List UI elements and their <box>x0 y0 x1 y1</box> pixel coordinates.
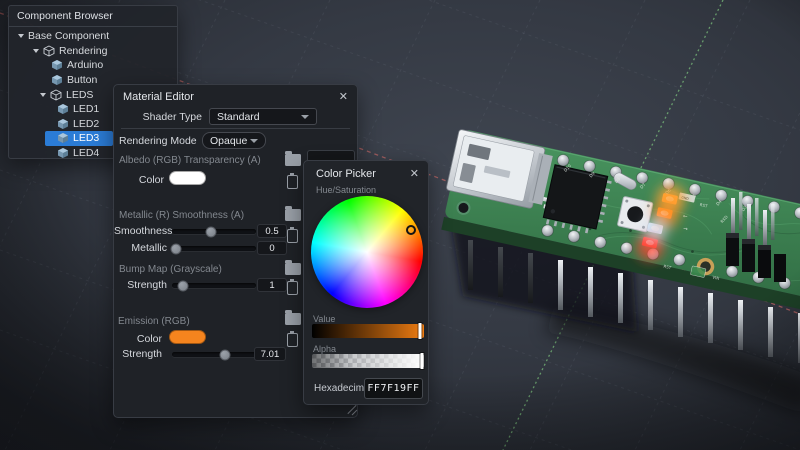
color-picker-panel: Color Picker ✕ Hue/Saturation Value Alph… <box>303 160 429 405</box>
chevron-down-icon <box>301 114 309 119</box>
emission-strength-value[interactable]: 7.01 <box>254 347 286 361</box>
cube-wire-icon <box>43 45 55 57</box>
close-icon[interactable]: ✕ <box>339 92 348 103</box>
color-picker-title: Color Picker <box>316 168 376 180</box>
cube-icon <box>57 147 69 159</box>
rendering-mode-dropdown[interactable]: Opaque <box>202 132 266 149</box>
emission-strength-slider-thumb[interactable] <box>219 349 231 360</box>
emission-section-header: Emission (RGB) <box>118 316 190 327</box>
emission-color-label: Color <box>136 333 162 345</box>
folder-icon[interactable] <box>285 206 301 221</box>
hue-saturation-label: Hue/Saturation <box>316 185 377 195</box>
emission-color-swatch[interactable] <box>169 330 206 344</box>
bump-section-header: Bump Map (Grayscale) <box>119 264 222 275</box>
cube-icon <box>51 59 63 71</box>
alpha-label: Alpha <box>313 344 337 354</box>
cube-icon <box>57 118 69 130</box>
chevron-down-icon <box>250 138 258 143</box>
app-window: D10 D9 D8 D7 D6 D5 D4 D3 GND RST RXD ← →… <box>0 0 800 450</box>
bump-strength-slider-thumb[interactable] <box>177 280 189 291</box>
folder-icon[interactable] <box>285 151 301 166</box>
cube-wire-icon <box>50 89 62 101</box>
shader-type-label: Shader Type <box>142 111 202 123</box>
tree-item-base-component[interactable]: Base Component <box>9 29 177 44</box>
clipboard-icon[interactable] <box>287 173 298 189</box>
expand-arrow-icon[interactable] <box>18 34 24 39</box>
value-label: Value <box>313 314 336 324</box>
smoothness-slider[interactable] <box>172 226 256 237</box>
value-marker[interactable] <box>418 323 422 339</box>
emission-strength-slider[interactable] <box>172 349 256 360</box>
clipboard-icon[interactable] <box>287 227 298 243</box>
metallic-label: Metallic <box>131 242 167 254</box>
smoothness-value[interactable]: 0.5 <box>257 224 287 238</box>
shader-type-dropdown[interactable]: Standard <box>209 108 317 125</box>
hue-saturation-wheel[interactable] <box>311 196 423 308</box>
expand-arrow-icon[interactable] <box>40 92 46 97</box>
hexadecimal-input[interactable]: FF7F19FF <box>364 378 423 399</box>
alpha-marker[interactable] <box>420 353 424 369</box>
metallic-slider-thumb[interactable] <box>170 243 182 254</box>
close-icon[interactable]: ✕ <box>410 169 419 180</box>
material-editor-title: Material Editor <box>123 91 194 103</box>
color-selector-ring[interactable] <box>406 225 416 235</box>
tree-item-arduino[interactable]: Arduino <box>9 58 177 73</box>
folder-icon[interactable] <box>285 260 301 275</box>
clipboard-icon[interactable] <box>287 331 298 347</box>
bump-strength-slider[interactable] <box>172 280 256 291</box>
bump-strength-label: Strength <box>127 279 167 291</box>
smoothness-slider-thumb[interactable] <box>205 226 217 237</box>
metallic-section-header: Metallic (R) Smoothness (A) <box>119 210 245 221</box>
emission-strength-label: Strength <box>122 348 162 360</box>
albedo-color-label: Color <box>138 174 164 186</box>
folder-icon[interactable] <box>285 310 301 325</box>
expand-arrow-icon[interactable] <box>33 48 39 53</box>
rendering-mode-label: Rendering Mode <box>119 135 197 147</box>
divider <box>121 128 350 129</box>
albedo-section-header: Albedo (RGB) Transparency (A) <box>119 155 261 166</box>
metallic-slider[interactable] <box>170 243 256 254</box>
cube-icon <box>51 74 63 86</box>
tree-item-rendering[interactable]: Rendering <box>9 44 177 59</box>
component-browser-title: Component Browser <box>9 6 177 27</box>
alpha-slider-bar[interactable] <box>312 353 424 369</box>
smoothness-label: Smoothness <box>114 225 173 237</box>
cube-icon <box>57 103 69 115</box>
bump-strength-value[interactable]: 1 <box>257 278 287 292</box>
value-slider-bar[interactable] <box>312 323 424 339</box>
clipboard-icon[interactable] <box>287 279 298 295</box>
albedo-color-swatch[interactable] <box>169 171 206 185</box>
metallic-value[interactable]: 0 <box>257 241 287 255</box>
cube-icon <box>57 132 69 144</box>
